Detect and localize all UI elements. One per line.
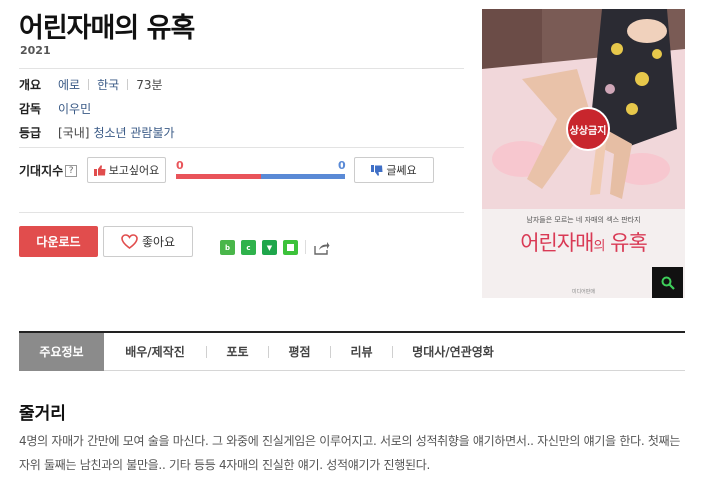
poster-title: 어린자매의 유혹 [520, 231, 648, 255]
heart-icon [121, 234, 138, 249]
meh-bar [261, 174, 345, 179]
search-icon [661, 276, 675, 290]
share-icon[interactable] [314, 240, 330, 255]
tab-ratings[interactable]: 평점 [269, 333, 330, 371]
divider [19, 212, 464, 213]
like-button[interactable]: 좋아요 [103, 226, 193, 257]
divider [19, 147, 464, 148]
movie-poster[interactable]: 상상금지 남자들은 모르는 네 자매의 섹스 판타지 어린자매의 유혹 미디어판… [482, 9, 685, 298]
share-icons: b c ▼ [220, 240, 298, 255]
tab-bar: 주요정보 배우/제작진 포토 평점 리뷰 명대사/연관영화 [19, 332, 685, 371]
meh-label: 글쎄요 [386, 164, 417, 177]
genre-link[interactable]: 에로 [58, 76, 80, 93]
overview-label: 개요 [19, 77, 42, 92]
tab-quotes-related[interactable]: 명대사/연관영화 [393, 333, 513, 371]
rating-row: 등급 [국내] 청소년 관람불가 [19, 122, 175, 142]
divider [127, 78, 129, 90]
divider [88, 78, 90, 90]
cafe-icon[interactable]: c [241, 240, 256, 255]
want-count: 0 [176, 159, 184, 172]
tab-main-info[interactable]: 주요정보 [19, 332, 104, 371]
rating-link[interactable]: 청소년 관람불가 [93, 124, 174, 141]
director-link[interactable]: 이우민 [58, 100, 91, 117]
overview-row: 개요 에로 한국 73분 [19, 74, 163, 94]
tab-reviews[interactable]: 리뷰 [331, 333, 392, 371]
synopsis-text: 4명의 자매가 간만에 모여 술을 마신다. 그 와중에 진실게임은 이루어지고… [19, 434, 681, 472]
bookmark-icon[interactable]: ▼ [262, 240, 277, 255]
thumbs-up-icon [93, 164, 106, 176]
director-label: 감독 [19, 101, 42, 116]
want-to-see-button[interactable]: 보고싶어요 [87, 157, 166, 183]
divider [305, 240, 306, 254]
zoom-button[interactable] [652, 267, 683, 298]
rating-label: 등급 [19, 125, 42, 140]
rating-region: [국내] [58, 125, 90, 140]
divider [19, 68, 464, 69]
meh-count: 0 [338, 159, 346, 172]
meh-button[interactable]: 글쎄요 [354, 157, 434, 183]
poster-tagline: 남자들은 모르는 네 자매의 섹스 판타지 [526, 216, 641, 224]
thumbs-down-icon [371, 164, 383, 176]
expectation-label: 기대지수 ? [19, 162, 78, 179]
poster-badge: 상상금지 [566, 107, 610, 151]
want-bar [176, 174, 261, 179]
download-button[interactable]: 다운로드 [19, 226, 98, 257]
synopsis-heading: 줄거리 [19, 404, 66, 424]
movie-title: 어린자매의 유혹 [19, 13, 195, 44]
blog-icon[interactable]: b [220, 240, 235, 255]
movie-year: 2021 [20, 44, 51, 57]
tab-photos[interactable]: 포토 [207, 333, 268, 371]
tab-cast-crew[interactable]: 배우/제작진 [104, 333, 206, 371]
memo-icon[interactable] [283, 240, 298, 255]
country-link[interactable]: 한국 [97, 76, 119, 93]
like-label: 좋아요 [141, 235, 176, 249]
director-row: 감독 이우민 [19, 98, 91, 118]
want-to-see-label: 보고싶어요 [108, 164, 160, 177]
runtime: 73분 [136, 77, 163, 92]
help-icon[interactable]: ? [65, 164, 78, 177]
